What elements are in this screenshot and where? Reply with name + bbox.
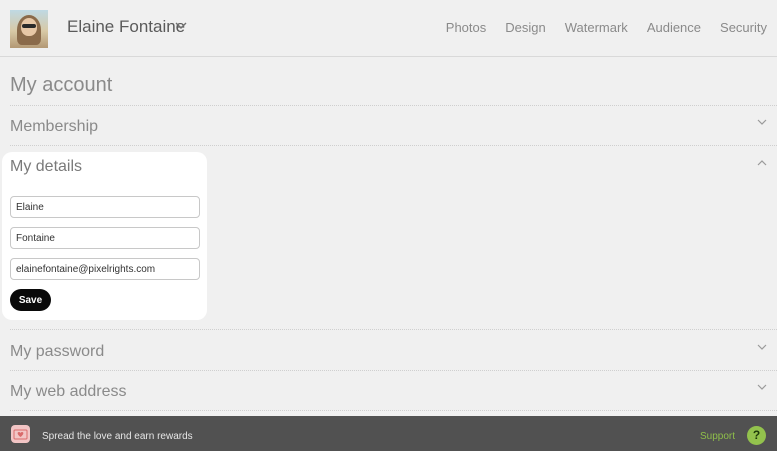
first-name-field[interactable] [10,196,200,218]
nav-audience[interactable]: Audience [647,20,701,35]
section-membership[interactable]: Membership [10,118,98,136]
top-header: Elaine Fontaine Photos Design Watermark … [0,0,777,57]
section-password[interactable]: My password [10,343,104,361]
nav-design[interactable]: Design [505,20,545,35]
nav-security[interactable]: Security [720,20,767,35]
chevron-down-icon[interactable] [757,119,767,126]
section-web-address[interactable]: My web address [10,383,127,401]
details-card: My details Save [2,152,207,320]
nav-watermark[interactable]: Watermark [565,20,628,35]
divider [10,370,777,371]
chevron-down-icon[interactable] [757,384,767,391]
question-icon[interactable]: ? [747,426,766,445]
chevron-up-icon[interactable] [757,159,767,166]
chevron-down-icon[interactable] [175,22,187,30]
chevron-down-icon[interactable] [757,344,767,351]
divider [10,329,777,330]
avatar[interactable] [10,10,48,48]
section-details[interactable]: My details [10,158,82,176]
promo-text[interactable]: Spread the love and earn rewards [42,431,193,442]
nav-photos[interactable]: Photos [446,20,486,35]
divider [10,105,777,106]
gift-heart-icon[interactable] [11,425,30,443]
page-title: My account [10,74,113,96]
avatar-glasses [22,24,36,28]
email-field[interactable] [10,258,200,280]
user-name[interactable]: Elaine Fontaine [67,17,185,37]
save-button[interactable]: Save [10,289,51,311]
divider [10,145,777,146]
support-link[interactable]: Support [700,431,735,442]
divider [10,410,777,411]
last-name-field[interactable] [10,227,200,249]
main-nav: Photos Design Watermark Audience Securit… [446,20,767,35]
footer-bar: Spread the love and earn rewards Support [0,416,777,451]
